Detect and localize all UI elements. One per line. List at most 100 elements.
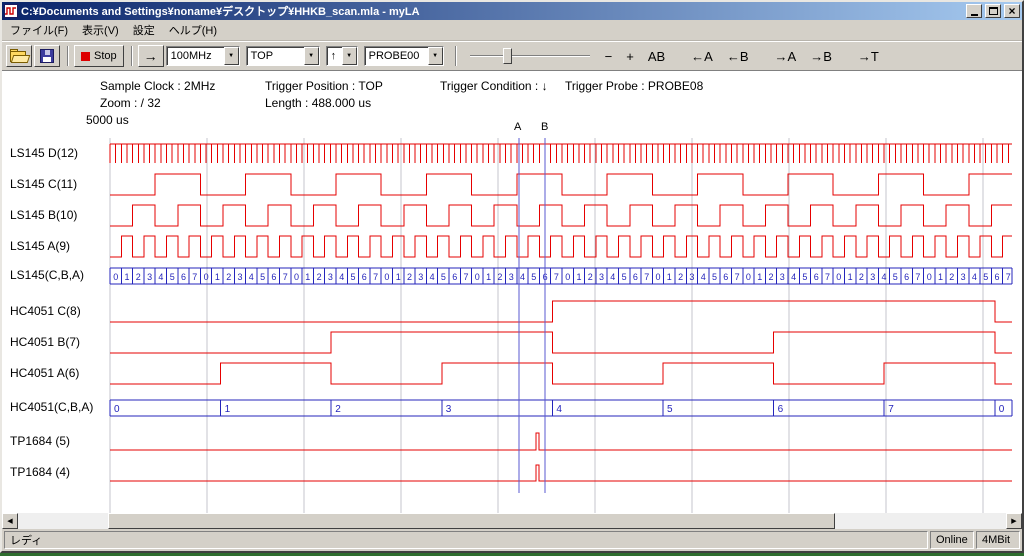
svg-text:2: 2 [335,404,341,415]
waveform-area[interactable]: 0123456701234567012345670123456701234567… [2,138,1024,519]
waveform-canvas[interactable]: 0123456701234567012345670123456701234567… [2,138,1024,519]
channel-label-8: HC4051 A(6) [10,366,79,380]
svg-text:7: 7 [283,272,288,282]
title-bar[interactable]: C:¥Documents and Settings¥noname¥デスクトップ¥… [2,2,1022,20]
svg-text:6: 6 [814,272,819,282]
move-left-to-a-button[interactable]: ←A [687,47,717,66]
cursor-b-label[interactable]: B [541,121,548,133]
maximize-icon [989,7,998,15]
channel-label-5: LS145(C,B,A) [10,268,84,282]
svg-text:7: 7 [373,272,378,282]
toolbar-separator [131,46,133,66]
zoom-in-button[interactable]: + [622,47,638,66]
scrollbar-thumb[interactable] [108,513,835,529]
chevron-down-icon[interactable]: ▼ [342,47,357,65]
svg-text:1: 1 [757,272,762,282]
channel-wave-7 [110,332,1012,353]
svg-text:0: 0 [475,272,480,282]
channel-label-11: TP1684 (4) [10,465,70,479]
svg-text:0: 0 [113,272,118,282]
zoom-out-button[interactable]: − [601,47,617,66]
channel-label-4: LS145 A(9) [10,239,70,253]
horizontal-scrollbar[interactable]: ◀ ▶ [2,513,1022,529]
svg-text:6: 6 [994,272,999,282]
toolbar-separator [67,46,69,66]
move-left-to-b-button[interactable]: ←B [723,47,753,66]
goto-trigger-button[interactable]: →T [854,47,883,66]
trigger-edge-select[interactable]: ↑▼ [326,46,358,66]
cursor-lines[interactable] [519,138,545,493]
svg-text:2: 2 [588,272,593,282]
minimize-button[interactable] [966,4,982,18]
cursor-a-label[interactable]: A [514,121,521,133]
close-button[interactable]: × [1004,4,1020,18]
open-folder-icon [10,49,29,63]
channel-label-10: TP1684 (5) [10,434,70,448]
svg-text:2: 2 [226,272,231,282]
svg-text:6: 6 [633,272,638,282]
save-button[interactable] [34,45,60,67]
trigger-probe-value: PROBE00 [365,47,428,65]
menu-item-1[interactable]: ファイル(F) [3,20,75,40]
menu-item-2[interactable]: 表示(V) [75,20,126,40]
trigger-position-select[interactable]: TOP▼ [246,46,320,66]
open-button[interactable] [6,45,32,67]
svg-text:3: 3 [147,272,152,282]
svg-text:7: 7 [554,272,559,282]
move-right-to-b-button[interactable]: →B [806,47,836,66]
channel-wave-3 [110,205,1012,226]
svg-text:0: 0 [746,272,751,282]
svg-text:3: 3 [780,272,785,282]
svg-text:2: 2 [768,272,773,282]
trigger-probe-select[interactable]: PROBE00▼ [364,46,444,66]
zoom-text: Zoom : / 32 [100,96,161,110]
svg-text:3: 3 [599,272,604,282]
channel-label-1: LS145 D(12) [10,146,78,160]
menu-bar: ファイル(F)表示(V)設定ヘルプ(H) [2,20,1022,41]
app-icon [4,4,18,18]
svg-text:0: 0 [384,272,389,282]
run-button[interactable]: → [138,45,164,67]
minimize-icon [971,14,978,16]
channel-wave-4 [110,236,1012,257]
svg-text:0: 0 [114,404,120,415]
menu-item-4[interactable]: ヘルプ(H) [162,20,224,40]
svg-text:6: 6 [778,404,784,415]
menu-item-3[interactable]: 設定 [126,20,162,40]
svg-text:5: 5 [260,272,265,282]
channel-wave-10 [110,433,1012,450]
svg-text:1: 1 [215,272,220,282]
chevron-down-icon[interactable]: ▼ [304,47,319,65]
ab-cursors-button[interactable]: AB [644,47,669,66]
svg-text:1: 1 [938,272,943,282]
zoom-slider[interactable] [470,46,590,66]
channel-wave-5: 0123456701234567012345670123456701234567… [110,268,1012,284]
run-arrow-icon: → [144,48,158,64]
maximize-button[interactable] [985,4,1001,18]
move-right-to-a-button[interactable]: →A [771,47,801,66]
status-online: Online [930,531,974,549]
toolbar: Stop → 100MHz▼TOP▼↑▼PROBE00▼ −+AB←A←B→A→… [2,41,1022,70]
svg-text:4: 4 [249,272,254,282]
chevron-down-icon[interactable]: ▼ [224,47,239,65]
timescale-label: 5000 us [86,113,129,127]
scrollbar-track[interactable] [18,513,1006,529]
svg-text:4: 4 [610,272,615,282]
svg-text:2: 2 [859,272,864,282]
svg-text:0: 0 [927,272,932,282]
status-bar: レディ Online 4MBit [2,529,1022,551]
status-message: レディ [4,531,928,549]
svg-text:1: 1 [576,272,581,282]
chevron-down-icon[interactable]: ▼ [428,47,443,65]
svg-text:7: 7 [888,404,894,415]
svg-text:3: 3 [689,272,694,282]
stop-button[interactable]: Stop [74,45,124,67]
svg-text:6: 6 [181,272,186,282]
svg-text:1: 1 [848,272,853,282]
channel-label-9: HC4051(C,B,A) [10,400,93,414]
sample-rate-select[interactable]: 100MHz▼ [166,46,240,66]
svg-text:4: 4 [430,272,435,282]
slider-thumb[interactable] [503,48,512,64]
svg-text:5: 5 [170,272,175,282]
svg-text:7: 7 [915,272,920,282]
